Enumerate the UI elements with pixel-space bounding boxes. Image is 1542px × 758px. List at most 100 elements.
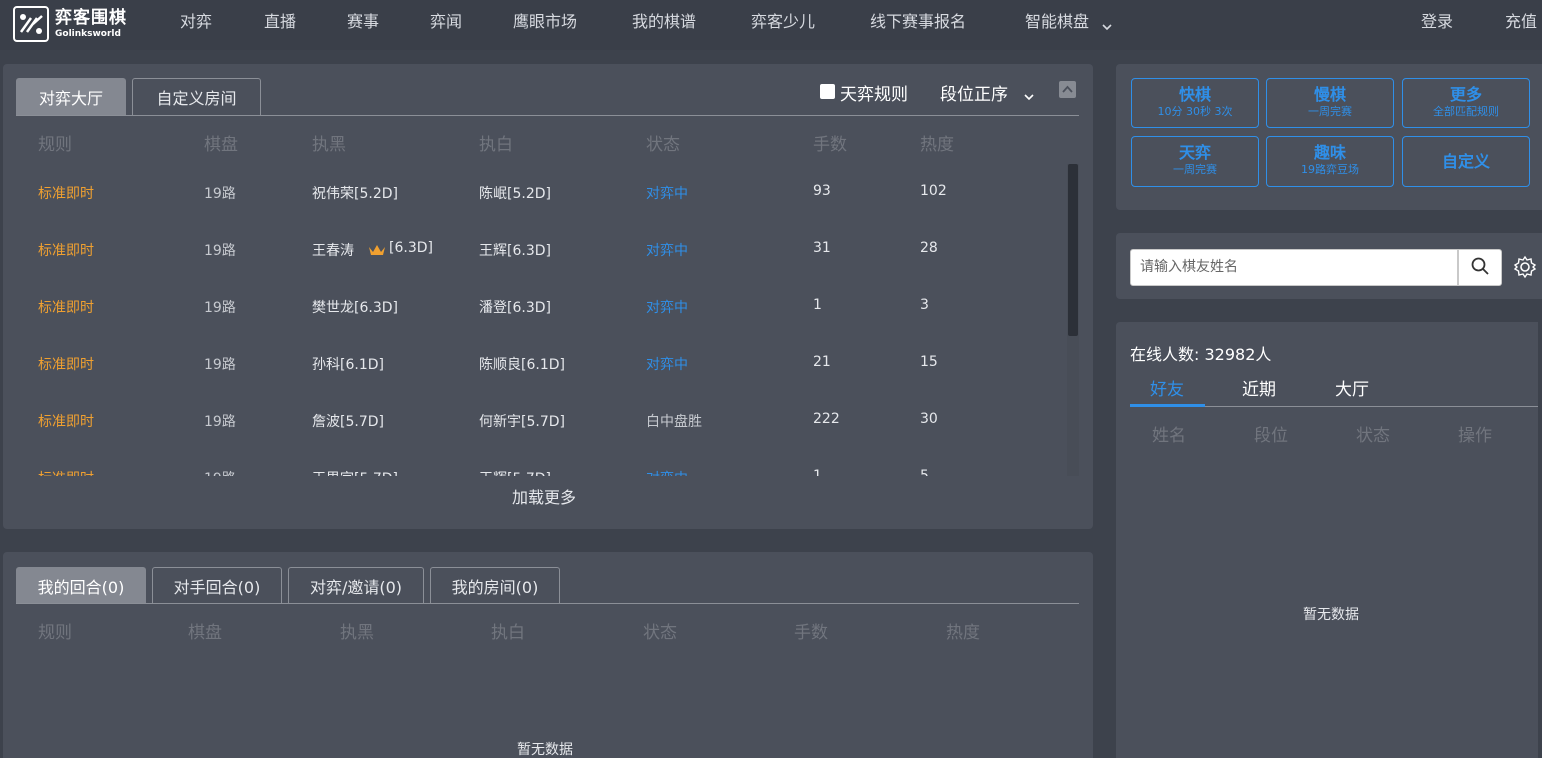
col-header-heat: 热度	[946, 618, 980, 643]
row-rule: 标准即时	[38, 354, 94, 374]
tab-custom-room[interactable]: 自定义房间	[132, 78, 261, 115]
row-moves: 1	[813, 297, 822, 313]
tab-hall[interactable]: 大厅	[1335, 375, 1369, 400]
table-row[interactable]: 标准即时 19路 王春涛 [6.3D] 王辉[6.3D] 对弈中 31 28	[3, 221, 1067, 278]
scrollbar-thumb[interactable]	[1068, 164, 1078, 336]
quick-custom-button[interactable]: 自定义	[1402, 136, 1530, 187]
table-row[interactable]: 标准即时 19路 樊世龙[6.3D] 潘登[6.3D] 对弈中 1 3	[3, 278, 1067, 335]
row-black: 王思宇[5.7D]	[312, 468, 398, 476]
brand-logo[interactable]: 弈客围棋 Golinksworld	[13, 6, 127, 42]
nav-item-live[interactable]: 直播	[264, 0, 296, 50]
nav-item-events[interactable]: 赛事	[347, 0, 379, 50]
col-header-board: 棋盘	[188, 618, 222, 643]
row-black: 孙科[6.1D]	[312, 354, 384, 374]
col-header-black: 执黑	[340, 618, 374, 643]
col-header-rule: 规则	[38, 618, 72, 643]
tianyi-rule-checkbox[interactable]	[820, 84, 835, 99]
col-header-board: 棋盘	[204, 130, 238, 155]
logo-icon	[13, 6, 49, 42]
row-status: 对弈中	[646, 297, 688, 317]
quick-custom-title: 自定义	[1403, 152, 1529, 172]
tab-recent[interactable]: 近期	[1242, 375, 1276, 400]
tab-friends[interactable]: 好友	[1150, 375, 1184, 400]
col-header-action: 操作	[1458, 421, 1492, 446]
tab-invites[interactable]: 对弈/邀请(0)	[288, 567, 424, 604]
my-games-panel: 我的回合(0) 对手回合(0) 对弈/邀请(0) 我的房间(0) 规则 棋盘 执…	[3, 552, 1093, 758]
row-moves: 222	[813, 411, 840, 427]
quick-slow-button[interactable]: 慢棋 一周完赛	[1266, 78, 1394, 128]
row-status: 对弈中	[646, 354, 688, 374]
row-rule: 标准即时	[38, 240, 94, 260]
online-panel: 在线人数: 32982人 好友 近期 大厅 姓名 段位 状态 操作 暂无数据	[1116, 322, 1538, 758]
row-board: 19路	[204, 183, 236, 203]
tab-opponent-turn[interactable]: 对手回合(0)	[152, 567, 282, 604]
search-icon	[1470, 256, 1490, 280]
quick-more-button[interactable]: 更多 全部匹配规则	[1402, 78, 1530, 128]
tab-my-turn[interactable]: 我的回合(0)	[16, 567, 146, 604]
quick-fast-sub: 10分 30秒 3次	[1132, 105, 1258, 119]
collapse-icon[interactable]	[1059, 81, 1076, 98]
nav-item-play[interactable]: 对弈	[180, 0, 212, 50]
row-black-rank: [6.3D]	[389, 240, 433, 256]
game-list: 标准即时 19路 祝伟荣[5.2D] 陈岷[5.2D] 对弈中 93 102 标…	[3, 164, 1067, 476]
settings-icon[interactable]	[1513, 255, 1537, 283]
nav-item-my-games[interactable]: 我的棋谱	[632, 0, 696, 50]
quick-fast-title: 快棋	[1132, 85, 1258, 105]
brand-name-en: Golinksworld	[55, 30, 127, 39]
top-nav: 弈客围棋 Golinksworld 对弈 直播 赛事 弈闻 鹰眼市场 我的棋谱 …	[0, 0, 1542, 50]
quick-tianyi-title: 天弈	[1132, 143, 1258, 163]
table-row[interactable]: 标准即时 19路 詹波[5.7D] 何新宇[5.7D] 白中盘胜 222 30	[3, 392, 1067, 449]
quick-slow-title: 慢棋	[1267, 85, 1393, 105]
quick-fun-button[interactable]: 趣味 19路弈豆场	[1266, 136, 1394, 187]
row-white: 何新宇[5.7D]	[479, 411, 565, 431]
chevron-down-icon[interactable]	[1023, 87, 1035, 106]
row-rule: 标准即时	[38, 411, 94, 431]
row-heat: 102	[920, 183, 947, 199]
search-button[interactable]	[1458, 249, 1502, 286]
sort-select[interactable]: 段位正序	[940, 80, 1008, 105]
row-board: 19路	[204, 354, 236, 374]
tab-my-rooms[interactable]: 我的房间(0)	[430, 567, 560, 604]
row-status: 对弈中	[646, 183, 688, 203]
chevron-down-icon[interactable]	[1101, 17, 1113, 36]
row-board: 19路	[204, 297, 236, 317]
table-row[interactable]: 标准即时 19路 祝伟荣[5.2D] 陈岷[5.2D] 对弈中 93 102	[3, 164, 1067, 221]
row-heat: 30	[920, 411, 938, 427]
tab-lobby[interactable]: 对弈大厅	[16, 78, 126, 115]
search-input[interactable]: 请输入棋友姓名	[1130, 249, 1458, 286]
row-black: 樊世龙[6.3D]	[312, 297, 398, 317]
row-board: 19路	[204, 468, 236, 476]
quick-fun-sub: 19路弈豆场	[1267, 163, 1393, 177]
lobby-panel: 对弈大厅 自定义房间 天弈规则 段位正序 规则 棋盘 执黑 执白 状态 手数 热…	[3, 64, 1093, 529]
col-header-white: 执白	[491, 618, 525, 643]
login-link[interactable]: 登录	[1421, 0, 1453, 50]
recharge-link[interactable]: 充值	[1505, 0, 1537, 50]
col-header-black: 执黑	[312, 130, 346, 155]
nav-item-market[interactable]: 鹰眼市场	[513, 0, 577, 50]
empty-state: 暂无数据	[517, 739, 573, 758]
nav-item-offline-signup[interactable]: 线下赛事报名	[870, 0, 966, 50]
nav-item-smart-board[interactable]: 智能棋盘	[1025, 0, 1089, 50]
row-black: 祝伟荣[5.2D]	[312, 183, 398, 203]
nav-item-kids[interactable]: 弈客少儿	[751, 0, 815, 50]
row-white: 陈岷[5.2D]	[479, 183, 551, 203]
brand-name-cn: 弈客围棋	[55, 10, 127, 27]
table-row[interactable]: 标准即时 19路 孙科[6.1D] 陈顺良[6.1D] 对弈中 21 15	[3, 335, 1067, 392]
active-tab-indicator	[1130, 404, 1205, 407]
row-status: 对弈中	[646, 240, 688, 260]
quick-tianyi-button[interactable]: 天弈 一周完赛	[1131, 136, 1259, 187]
quick-fast-button[interactable]: 快棋 10分 30秒 3次	[1131, 78, 1259, 128]
table-row[interactable]: 标准即时 19路 王思宇[5.7D] 王辉[5.7D] 对弈中 1 5	[3, 449, 1067, 476]
quick-more-sub: 全部匹配规则	[1403, 105, 1529, 119]
col-header-rule: 规则	[38, 130, 72, 155]
row-white: 王辉[6.3D]	[479, 240, 551, 260]
col-header-moves: 手数	[813, 130, 847, 155]
row-black: 詹波[5.7D]	[312, 411, 384, 431]
load-more-button[interactable]: 加载更多	[512, 484, 576, 508]
row-black: 王春涛	[312, 240, 354, 260]
quick-tianyi-sub: 一周完赛	[1132, 163, 1258, 177]
nav-item-news[interactable]: 弈闻	[430, 0, 462, 50]
col-header-white: 执白	[479, 130, 513, 155]
row-heat: 5	[920, 468, 929, 476]
col-header-status: 状态	[643, 618, 677, 643]
